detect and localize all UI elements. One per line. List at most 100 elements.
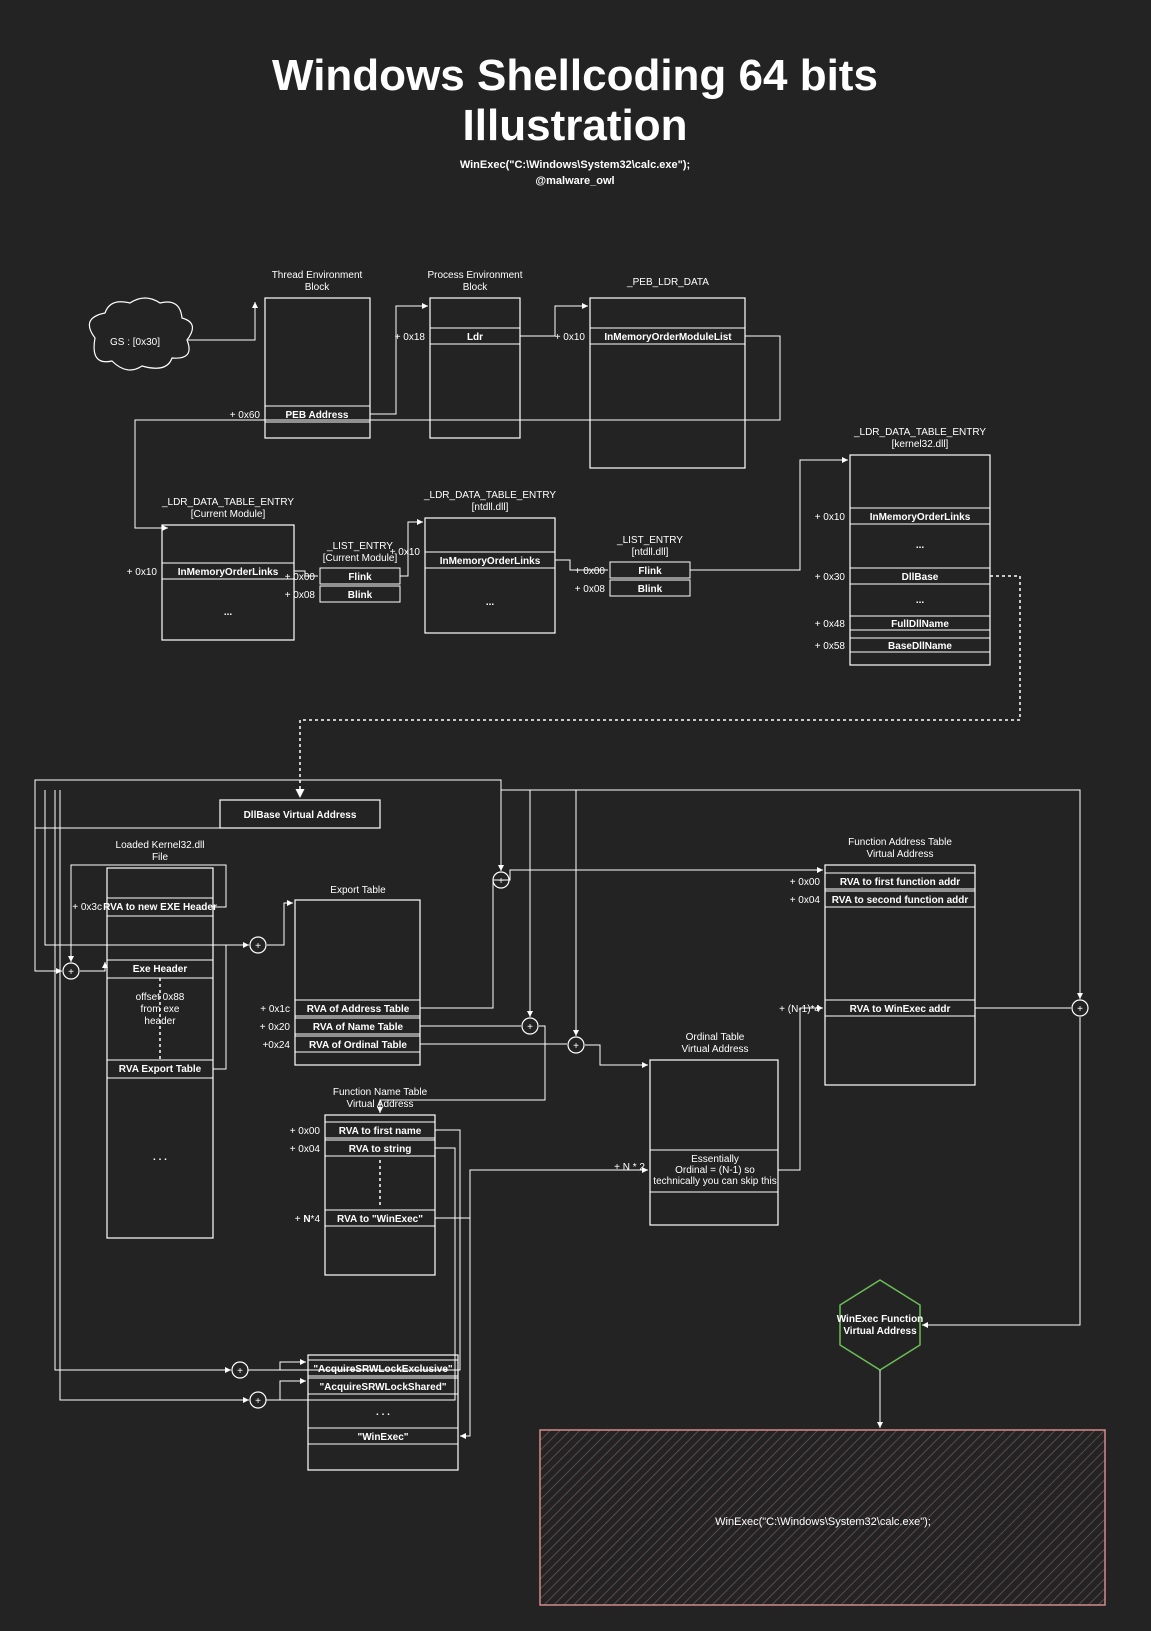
final-call-box: WinExec("C:\Windows\System32\calc.exe"); [540,1430,1105,1605]
svg-text:Essentially: Essentially [691,1154,739,1165]
svg-text:RVA Export Table: RVA Export Table [119,1064,202,1075]
svg-text:PEB Address: PEB Address [286,410,349,421]
svg-text:. . .: . . . [153,1152,167,1163]
svg-text:RVA to first function addr: RVA to first function addr [840,877,960,888]
svg-text:InMemoryOrderLinks: InMemoryOrderLinks [178,567,279,578]
svg-text:_LDR_DATA_TABLE_ENTRY: _LDR_DATA_TABLE_ENTRY [853,427,986,438]
svg-text:+ N * 2: + N * 2 [614,1162,645,1173]
svg-text:+ 0x1c: + 0x1c [260,1004,290,1015]
svg-text:+: + [573,1041,579,1052]
svg-text:"WinExec": "WinExec" [357,1432,408,1443]
svg-text:...: ... [916,595,925,606]
svg-text:Block: Block [305,282,330,293]
title-line-1: Windows Shellcoding 64 bits [272,51,878,100]
svg-text:_LIST_ENTRY: _LIST_ENTRY [616,535,683,546]
svg-text:+: + [255,1396,261,1407]
svg-text:+: + [237,1366,243,1377]
dllbase-va-box: DllBase Virtual Address [220,800,380,828]
svg-text:+ 0x48: + 0x48 [815,619,846,630]
svg-text:GS : [0x30]: GS : [0x30] [110,337,160,348]
svg-text:+ 0x04: + 0x04 [790,895,821,906]
svg-text:+: + [498,876,504,887]
svg-text:+ 0x3c: + 0x3c [72,902,102,913]
svg-text:_LDR_DATA_TABLE_ENTRY: _LDR_DATA_TABLE_ENTRY [161,497,294,508]
svg-text:Ldr: Ldr [467,332,483,343]
svg-text:RVA to new EXE Header: RVA to new EXE Header [103,902,217,913]
teb-box: Thread Environment Block PEB Address + 0… [230,270,370,438]
svg-text:+: + [255,941,261,952]
svg-text:+ 0x00: + 0x00 [575,566,606,577]
name-strings-box: "AcquireSRWLockExclusive" "AcquireSRWLoc… [308,1355,458,1470]
svg-text:Exe Header: Exe Header [133,964,188,975]
svg-text:Virtual Address: Virtual Address [866,849,933,860]
svg-text:. . .: . . . [376,1407,390,1418]
ldte-ntdll-box: _LDR_DATA_TABLE_ENTRY [ntdll.dll] InMemo… [390,490,557,633]
svg-text:+ 0x10: + 0x10 [555,332,586,343]
ldte-kernel32-box: _LDR_DATA_TABLE_ENTRY [kernel32.dll] InM… [815,427,990,665]
svg-text:RVA to first name: RVA to first name [339,1126,422,1137]
svg-text:+ 0x04: + 0x04 [290,1144,321,1155]
winexec-result: WinExec Function Virtual Address [837,1280,924,1370]
ldte-current-box: _LDR_DATA_TABLE_ENTRY [Current Module] I… [127,497,295,640]
svg-text:+ 0x00: + 0x00 [790,877,821,888]
svg-text:InMemoryOrderModuleList: InMemoryOrderModuleList [604,332,732,343]
svg-text:[ntdll.dll]: [ntdll.dll] [632,547,669,558]
author: @malware_owl [535,175,614,187]
svg-text:offset 0x88: offset 0x88 [136,992,185,1003]
svg-text:[Current Module]: [Current Module] [323,553,398,564]
svg-text:Function Address Table: Function Address Table [848,837,952,848]
svg-text:Process Environment: Process Environment [427,270,522,281]
loaded-k32-box: Loaded Kernel32.dll File RVA to new EXE … [72,840,217,1238]
svg-text:RVA of Address Table: RVA of Address Table [307,1004,410,1015]
svg-text:[ntdll.dll]: [ntdll.dll] [472,502,509,513]
gs-cloud: GS : [0x30] [89,298,192,370]
svg-text:Blink: Blink [638,584,663,595]
func-name-table-box: Function Name Table Virtual Address RVA … [290,1087,435,1275]
svg-text:Thread Environment: Thread Environment [272,270,363,281]
svg-text:...: ... [486,597,495,608]
svg-text:+ 0x10: + 0x10 [390,547,421,558]
svg-text:+ 0x30: + 0x30 [815,572,846,583]
svg-text:Flink: Flink [638,566,662,577]
svg-text:Function Name Table: Function Name Table [333,1087,428,1098]
svg-text:DllBase: DllBase [902,572,939,583]
subtitle: WinExec("C:\Windows\System32\calc.exe"); [460,159,690,171]
svg-text:+: + [68,967,74,978]
svg-text:WinExec Function: WinExec Function [837,1314,924,1325]
svg-text:[Current Module]: [Current Module] [191,509,266,520]
svg-text:+ 0x18: + 0x18 [395,332,426,343]
svg-text:+ 0x08: + 0x08 [285,590,316,601]
svg-text:Loaded Kernel32.dll: Loaded Kernel32.dll [116,840,205,851]
svg-text:"AcquireSRWLockShared": "AcquireSRWLockShared" [319,1382,446,1393]
svg-text:Virtual Address: Virtual Address [843,1326,917,1337]
svg-text:BaseDllName: BaseDllName [888,641,952,652]
svg-text:+ 0x08: + 0x08 [575,584,606,595]
svg-text:Flink: Flink [348,572,372,583]
svg-text:RVA of Name Table: RVA of Name Table [313,1022,404,1033]
svg-text:DllBase Virtual Address: DllBase Virtual Address [244,810,357,821]
svg-text:_LIST_ENTRY: _LIST_ENTRY [326,541,393,552]
svg-text:RVA of Ordinal Table: RVA of Ordinal Table [309,1040,407,1051]
svg-text:File: File [152,852,169,863]
svg-text:...: ... [916,540,925,551]
svg-text:WinExec("C:\Windows\System32\c: WinExec("C:\Windows\System32\calc.exe"); [715,1516,931,1528]
svg-text:_LDR_DATA_TABLE_ENTRY: _LDR_DATA_TABLE_ENTRY [423,490,556,501]
svg-text:Export Table: Export Table [330,885,386,896]
svg-text:+ N*4: + N*4 [295,1214,321,1225]
svg-text:technically you can skip this: technically you can skip this [653,1176,776,1187]
list-ntdll-box: _LIST_ENTRY [ntdll.dll] Flink + 0x00 Bli… [575,535,690,596]
svg-text:InMemoryOrderLinks: InMemoryOrderLinks [870,512,971,523]
svg-text:_PEB_LDR_DATA: _PEB_LDR_DATA [626,277,709,288]
svg-text:+ 0x60: + 0x60 [230,410,261,421]
svg-text:...: ... [224,607,233,618]
svg-text:Ordinal = (N-1) so: Ordinal = (N-1) so [675,1165,755,1176]
svg-text:+: + [527,1022,533,1033]
svg-text:Blink: Blink [348,590,373,601]
svg-text:Block: Block [463,282,488,293]
svg-text:+ 0x00: + 0x00 [290,1126,321,1137]
svg-text:RVA to string: RVA to string [349,1144,412,1155]
func-addr-table-box: Function Address Table Virtual Address R… [779,837,975,1085]
ordinal-table-box: Ordinal Table Virtual Address Essentiall… [614,1032,778,1225]
diagram: Windows Shellcoding 64 bits Illustration… [0,0,1151,1631]
svg-text:RVA to second function addr: RVA to second function addr [832,895,969,906]
